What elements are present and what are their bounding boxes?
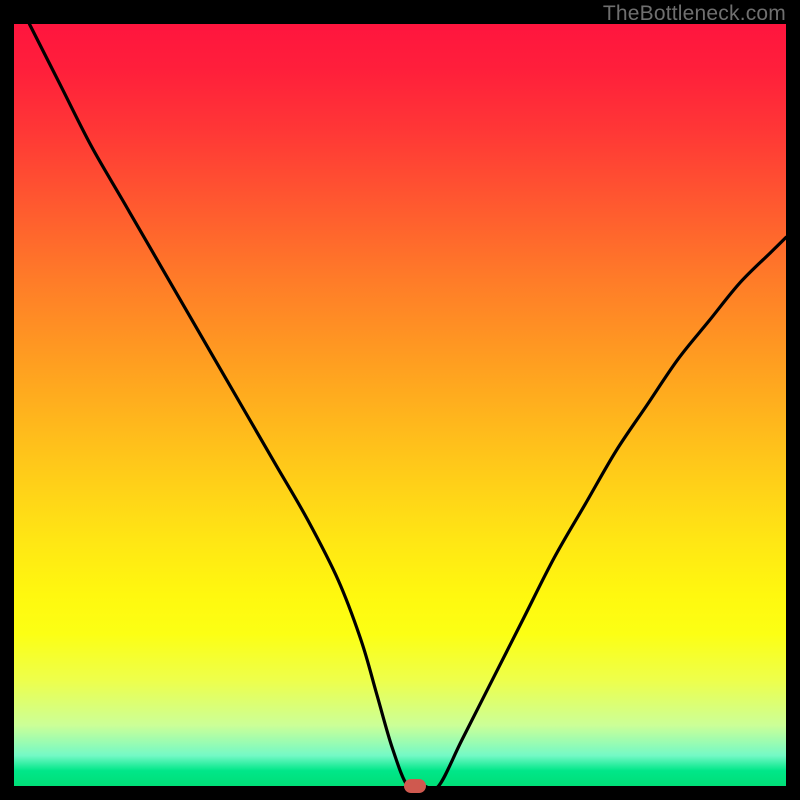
chart-frame: TheBottleneck.com: [0, 0, 800, 800]
minimum-marker: [404, 779, 426, 793]
bottleneck-curve: [14, 24, 786, 786]
watermark-text: TheBottleneck.com: [603, 2, 786, 26]
plot-area: [14, 24, 786, 786]
